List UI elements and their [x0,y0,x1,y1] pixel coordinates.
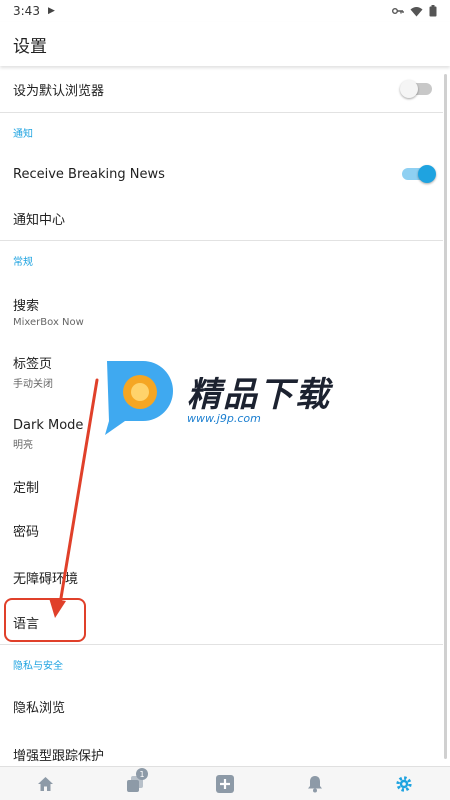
default-browser-toggle[interactable] [400,80,432,98]
home-icon [37,777,53,791]
section-header-general-label: 常规 [13,256,33,268]
media-play-icon: ▶ [47,6,55,16]
setting-default-browser-label: 设为默认浏览器 [13,83,105,99]
section-header-privacy-label: 隐私与安全 [13,660,63,672]
add-icon [216,775,234,793]
status-bar: 3:43 ▶ [0,0,450,22]
annotation-highlight-box [4,598,86,642]
nav-settings[interactable] [384,767,424,800]
setting-tabs[interactable]: 标签页 手动关闭 [0,346,450,396]
nav-home[interactable] [25,767,65,800]
section-header-notify-label: 通知 [13,128,33,140]
setting-password[interactable]: 密码 [0,508,450,552]
setting-tracking-protection-label: 增强型跟踪保护 [13,748,105,764]
toggle-thumb [418,165,436,183]
setting-search-value: MixerBox Now [13,316,84,328]
setting-search[interactable]: 搜索 MixerBox Now [0,286,450,336]
setting-tracking-protection[interactable]: 增强型跟踪保护 开启 [0,738,450,766]
setting-tabs-value: 手动关闭 [13,378,53,390]
page-title: 设置 [13,36,47,57]
breaking-news-toggle[interactable] [402,165,436,183]
setting-notify-center[interactable]: 通知中心 [0,196,450,240]
setting-breaking-news[interactable]: Receive Breaking News [0,152,450,196]
setting-notify-center-label: 通知中心 [13,212,66,228]
setting-breaking-news-label: Receive Breaking News [13,166,165,182]
status-icons [392,5,437,17]
wifi-icon [410,6,423,16]
section-header-notify: 通知 [0,112,450,152]
settings-list: 设为默认浏览器 通知 Receive Breaking News 通知中心 常规… [0,66,450,766]
settings-icon [396,776,412,792]
setting-tabs-label: 标签页 [13,356,53,372]
setting-dark-mode-value: 明亮 [13,439,33,451]
setting-dark-mode[interactable]: Dark Mode 明亮 [0,409,450,459]
setting-accessibility-label: 无障碍环境 [13,571,79,587]
bell-icon [308,776,322,793]
setting-customize[interactable]: 定制 [0,464,450,508]
setting-password-label: 密码 [13,524,40,540]
setting-dark-mode-label: Dark Mode [13,417,84,433]
setting-private-browsing-label: 隐私浏览 [13,700,66,716]
battery-icon [429,5,437,17]
setting-private-browsing[interactable]: 隐私浏览 [0,684,450,728]
nav-add[interactable] [205,767,245,800]
section-header-general: 常规 [0,240,450,280]
nav-notifications[interactable] [295,767,335,800]
scrollbar[interactable] [444,74,447,759]
setting-customize-label: 定制 [13,480,40,496]
setting-search-label: 搜索 [13,298,40,314]
setting-default-browser[interactable]: 设为默认浏览器 [0,66,450,112]
section-header-privacy: 隐私与安全 [0,644,450,684]
setting-accessibility[interactable]: 无障碍环境 [0,554,450,600]
key-icon [392,8,404,14]
tabs-count-badge: 1 [136,768,148,780]
bottom-nav: 1 [0,766,450,800]
nav-tabs[interactable]: 1 [115,767,155,800]
app-bar: 设置 [0,22,450,66]
toggle-thumb [400,80,418,98]
status-time: 3:43 [13,4,40,18]
